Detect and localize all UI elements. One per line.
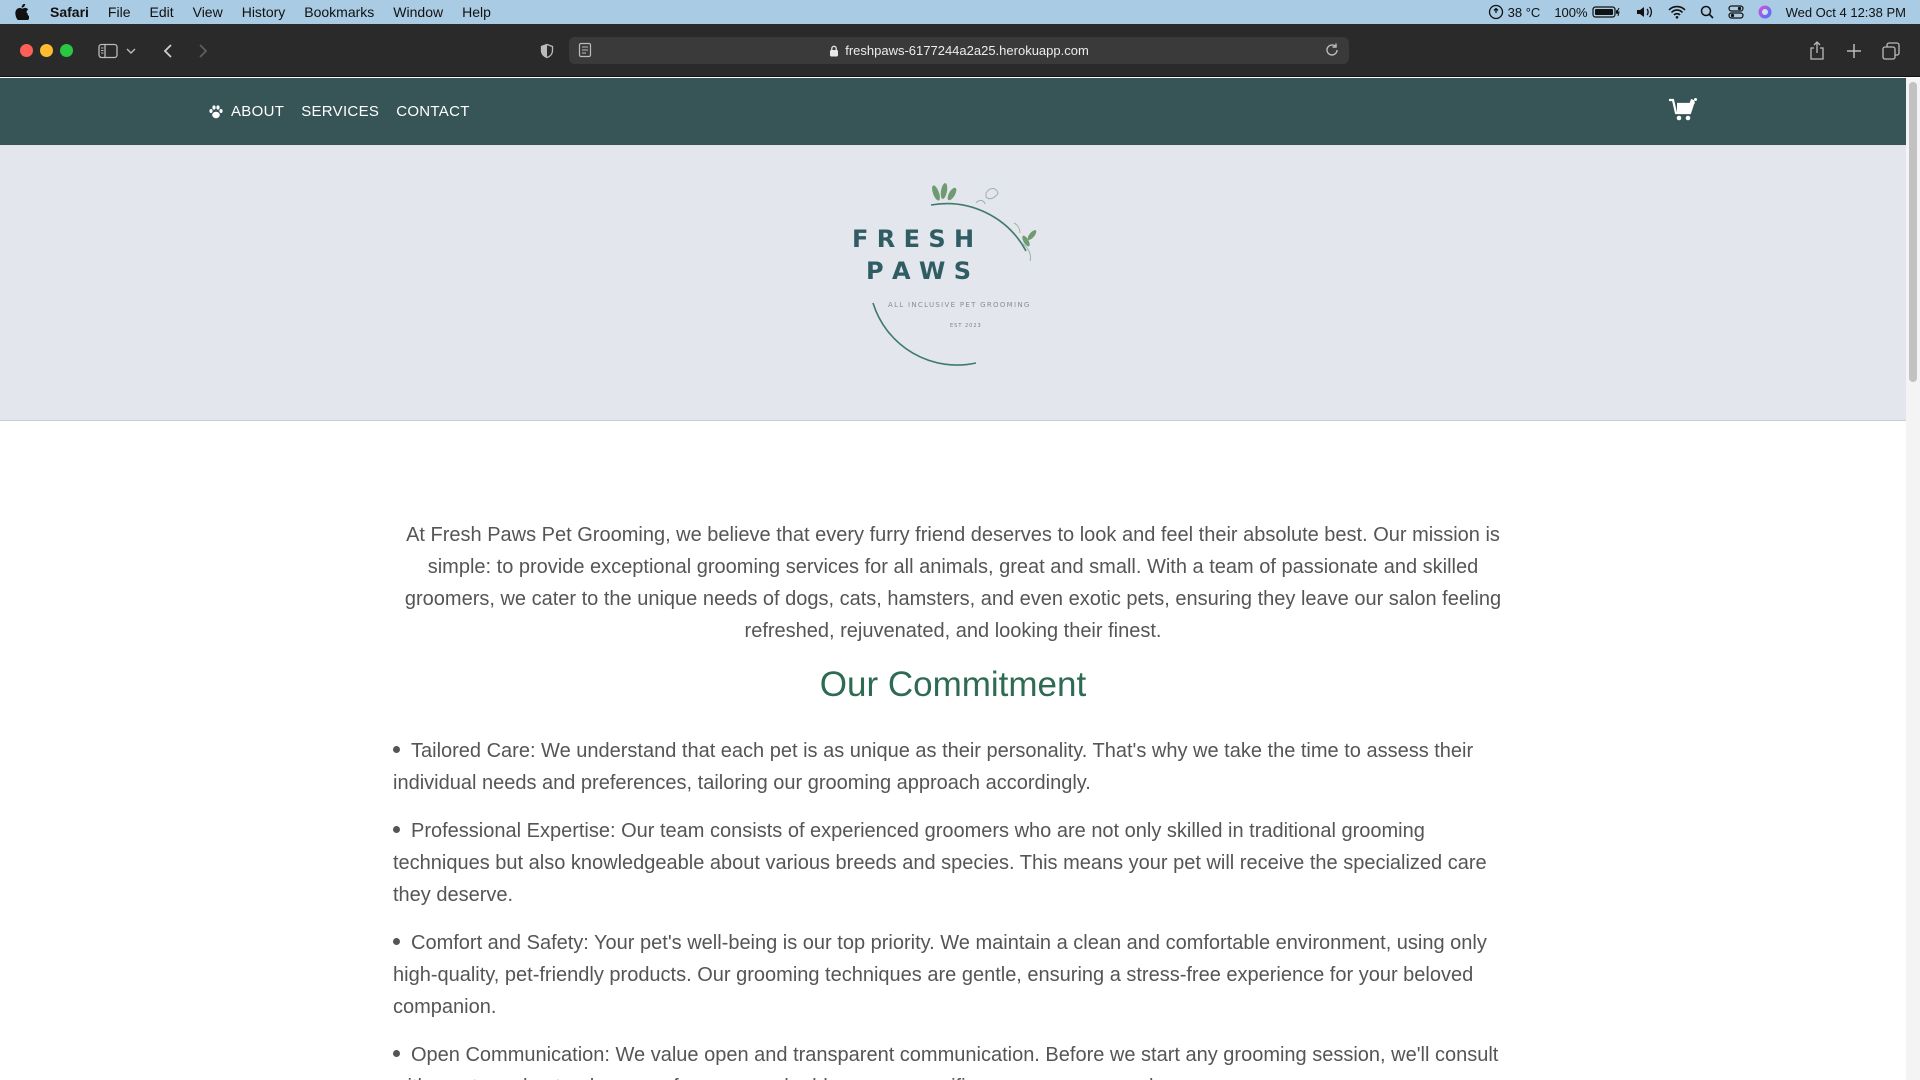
macos-menubar: Safari File Edit View History Bookmarks …	[0, 0, 1920, 24]
spotlight-search-icon[interactable]	[1700, 5, 1714, 19]
menu-file[interactable]: File	[108, 4, 131, 20]
address-bar[interactable]: freshpaws-6177244a2a25.herokuapp.com	[569, 37, 1349, 64]
commitment-text: Comfort and Safety: Your pet's well-bein…	[393, 932, 1487, 1018]
bullet-icon	[393, 938, 400, 946]
page-scrollbar[interactable]	[1906, 78, 1920, 1080]
menu-history[interactable]: History	[242, 4, 286, 20]
list-item: Tailored Care: We understand that each p…	[393, 735, 1513, 799]
logo-tagline: ALL INCLUSIVE PET GROOMING	[888, 301, 1031, 309]
main-content: At Fresh Paws Pet Grooming, we believe t…	[393, 421, 1513, 1080]
nav-link-services[interactable]: SERVICES	[301, 103, 379, 120]
logo-est: EST 2023	[950, 323, 982, 329]
scrollbar-thumb[interactable]	[1909, 82, 1917, 382]
paw-icon	[208, 104, 224, 120]
window-zoom-button[interactable]	[60, 44, 73, 57]
dog-cart-icon[interactable]	[1668, 96, 1698, 129]
commitment-text: Open Communication: We value open and tr…	[393, 1044, 1499, 1080]
commitment-list: Tailored Care: We understand that each p…	[393, 735, 1513, 1080]
tab-overview-icon[interactable]	[1879, 39, 1903, 63]
battery-icon	[1591, 6, 1620, 18]
weather-icon	[1488, 4, 1503, 20]
bullet-icon	[393, 746, 400, 754]
site-navbar: ABOUT SERVICES CONTACT	[0, 78, 1906, 145]
url-text: freshpaws-6177244a2a25.herokuapp.com	[845, 43, 1089, 58]
apple-icon[interactable]	[14, 4, 30, 20]
nav-about-label: ABOUT	[231, 103, 285, 120]
new-tab-plus-icon[interactable]	[1842, 39, 1866, 63]
menu-bookmarks[interactable]: Bookmarks	[304, 4, 374, 20]
tab-group-chevron-down-icon[interactable]	[124, 39, 138, 63]
window-close-button[interactable]	[20, 44, 33, 57]
commitment-text: Professional Expertise: Our team consist…	[393, 820, 1487, 906]
list-item: Open Communication: We value open and tr…	[393, 1039, 1513, 1080]
nav-link-contact[interactable]: CONTACT	[396, 103, 469, 120]
menu-edit[interactable]: Edit	[149, 4, 173, 20]
logo-paws-text: P A W S	[866, 257, 971, 285]
battery-percent: 100%	[1554, 4, 1588, 20]
reader-mode-icon[interactable]	[578, 42, 592, 61]
wifi-icon[interactable]	[1667, 5, 1686, 19]
intro-paragraph: At Fresh Paws Pet Grooming, we believe t…	[404, 524, 1502, 642]
menubar-status-area: 38 °C 100% Wed Oct 4 12:38 PM	[1488, 4, 1906, 20]
sidebar-toggle-icon[interactable]	[96, 39, 120, 63]
browser-toolbar: freshpaws-6177244a2a25.herokuapp.com	[0, 24, 1920, 77]
bullet-icon	[393, 1050, 400, 1058]
volume-icon[interactable]	[1636, 5, 1654, 19]
lock-icon	[829, 45, 839, 57]
back-arrow-icon[interactable]	[156, 39, 180, 63]
weather-widget[interactable]: 38 °C	[1488, 4, 1541, 20]
menu-help[interactable]: Help	[462, 4, 491, 20]
reload-icon[interactable]	[1324, 42, 1340, 61]
list-item: Comfort and Safety: Your pet's well-bein…	[393, 927, 1513, 1023]
menubar-clock[interactable]: Wed Oct 4 12:38 PM	[1786, 5, 1906, 20]
battery-status[interactable]: 100%	[1554, 5, 1621, 20]
privacy-shield-icon[interactable]	[535, 39, 559, 63]
window-minimize-button[interactable]	[40, 44, 53, 57]
web-page: ABOUT SERVICES CONTACT F R E S H P A W S…	[0, 78, 1906, 1080]
menu-window[interactable]: Window	[393, 4, 443, 20]
siri-icon[interactable]	[1758, 5, 1772, 19]
nav-link-about[interactable]: ABOUT	[208, 103, 284, 120]
bullet-icon	[393, 826, 400, 834]
weather-temp: 38 °C	[1507, 4, 1541, 20]
commitment-text: Tailored Care: We understand that each p…	[393, 740, 1474, 794]
share-icon[interactable]	[1805, 39, 1829, 63]
fresh-paws-logo: F R E S H P A W S ALL INCLUSIVE PET GROO…	[852, 183, 1037, 366]
commitment-heading: Our Commitment	[819, 665, 1087, 704]
forward-arrow-icon[interactable]	[191, 39, 215, 63]
logo-fresh-text: F R E S H	[852, 225, 974, 253]
hero-banner: F R E S H P A W S ALL INCLUSIVE PET GROO…	[0, 145, 1906, 421]
list-item: Professional Expertise: Our team consist…	[393, 815, 1513, 911]
control-center-icon[interactable]	[1727, 5, 1744, 19]
menu-app-name[interactable]: Safari	[50, 4, 89, 20]
menu-view[interactable]: View	[193, 4, 223, 20]
